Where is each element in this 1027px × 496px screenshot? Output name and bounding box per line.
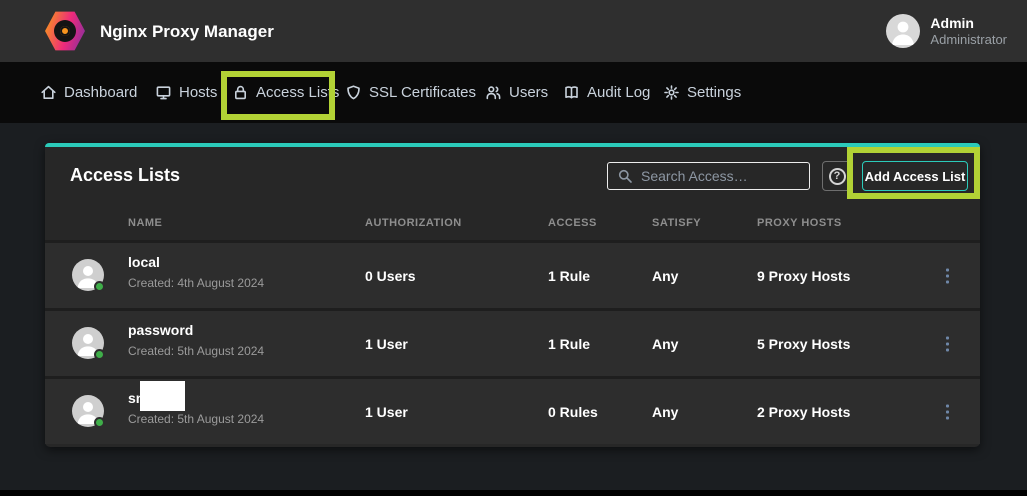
user-role: Administrator <box>930 32 1007 48</box>
row-actions-menu-icon[interactable] <box>942 332 953 355</box>
row-actions-menu-icon[interactable] <box>942 400 953 423</box>
monitor-icon <box>155 84 172 101</box>
avatar <box>72 259 104 291</box>
main-navigation: Dashboard Hosts Access Lists SSL Certifi… <box>0 62 1027 123</box>
nav-item-audit-log[interactable]: Audit Log <box>563 62 650 123</box>
proxy-hosts-cell: 5 Proxy Hosts <box>757 336 850 352</box>
search-input[interactable] <box>641 168 796 184</box>
nav-label: Users <box>509 84 548 101</box>
table-row[interactable]: password Created: 5th August 2024 1 User… <box>45 311 980 376</box>
nav-label: Access Lists <box>256 84 339 101</box>
top-header-bar: Nginx Proxy Manager Admin Administrator <box>0 0 1027 62</box>
satisfy-cell: Any <box>652 404 678 420</box>
table-row[interactable]: local Created: 4th August 2024 0 Users 1… <box>45 243 980 308</box>
app-title: Nginx Proxy Manager <box>100 22 274 42</box>
user-name: Admin <box>930 15 1007 32</box>
user-menu[interactable]: Admin Administrator <box>886 14 1007 48</box>
access-cell: 0 Rules <box>548 404 598 420</box>
access-cell: 1 Rule <box>548 268 590 284</box>
nav-label: Hosts <box>179 84 217 101</box>
nav-item-ssl-certificates[interactable]: SSL Certificates <box>345 62 476 123</box>
user-avatar[interactable] <box>886 14 920 48</box>
nav-label: Dashboard <box>64 84 137 101</box>
nav-item-dashboard[interactable]: Dashboard <box>40 62 137 123</box>
column-header-name: NAME <box>128 217 162 229</box>
access-list-created: Created: 5th August 2024 <box>128 412 264 426</box>
proxy-hosts-cell: 9 Proxy Hosts <box>757 268 850 284</box>
access-lists-table: local Created: 4th August 2024 0 Users 1… <box>45 240 980 444</box>
nav-label: Audit Log <box>587 84 650 101</box>
online-status-dot <box>94 281 105 292</box>
nav-item-settings[interactable]: Settings <box>663 62 741 123</box>
person-icon <box>886 14 920 48</box>
access-list-created: Created: 5th August 2024 <box>128 344 264 358</box>
nav-item-access-lists[interactable]: Access Lists <box>232 62 339 123</box>
satisfy-cell: Any <box>652 336 678 352</box>
nginx-proxy-manager-window: Nginx Proxy Manager Admin Administrator … <box>0 0 1027 496</box>
online-status-dot <box>94 417 105 428</box>
column-header-access: ACCESS <box>548 217 597 229</box>
help-button[interactable]: ? <box>822 161 852 191</box>
lock-icon <box>232 84 249 101</box>
table-row[interactable]: sn Created: 5th August 2024 1 User 0 Rul… <box>45 379 980 444</box>
panel-title: Access Lists <box>70 165 180 186</box>
add-access-list-button[interactable]: Add Access List <box>862 161 968 191</box>
question-icon: ? <box>829 168 846 185</box>
satisfy-cell: Any <box>652 268 678 284</box>
redaction-box <box>140 381 185 411</box>
users-icon <box>485 84 502 101</box>
nav-label: SSL Certificates <box>369 84 476 101</box>
avatar <box>72 395 104 427</box>
npm-logo-icon <box>45 10 85 52</box>
search-box[interactable] <box>607 162 810 190</box>
gear-icon <box>663 84 680 101</box>
avatar <box>72 327 104 359</box>
row-actions-menu-icon[interactable] <box>942 264 953 287</box>
online-status-dot <box>94 349 105 360</box>
shield-icon <box>345 84 362 101</box>
nav-item-users[interactable]: Users <box>485 62 548 123</box>
column-header-proxy-hosts: PROXY HOSTS <box>757 217 842 229</box>
access-lists-panel: Access Lists ? Add Access List NAME AUTH… <box>45 143 980 447</box>
column-header-authorization: AUTHORIZATION <box>365 217 462 229</box>
authorization-cell: 1 User <box>365 404 408 420</box>
access-list-name: local <box>128 254 160 270</box>
panel-accent-bar <box>45 143 980 147</box>
nav-item-hosts[interactable]: Hosts <box>155 62 217 123</box>
user-text: Admin Administrator <box>930 15 1007 48</box>
home-icon <box>40 84 57 101</box>
bottom-edge <box>0 490 1027 496</box>
column-header-satisfy: SATISFY <box>652 217 701 229</box>
authorization-cell: 1 User <box>365 336 408 352</box>
access-list-created: Created: 4th August 2024 <box>128 276 264 290</box>
access-list-name: password <box>128 322 193 338</box>
access-cell: 1 Rule <box>548 336 590 352</box>
nav-label: Settings <box>687 84 741 101</box>
search-icon <box>617 168 633 184</box>
proxy-hosts-cell: 2 Proxy Hosts <box>757 404 850 420</box>
book-icon <box>563 84 580 101</box>
authorization-cell: 0 Users <box>365 268 416 284</box>
